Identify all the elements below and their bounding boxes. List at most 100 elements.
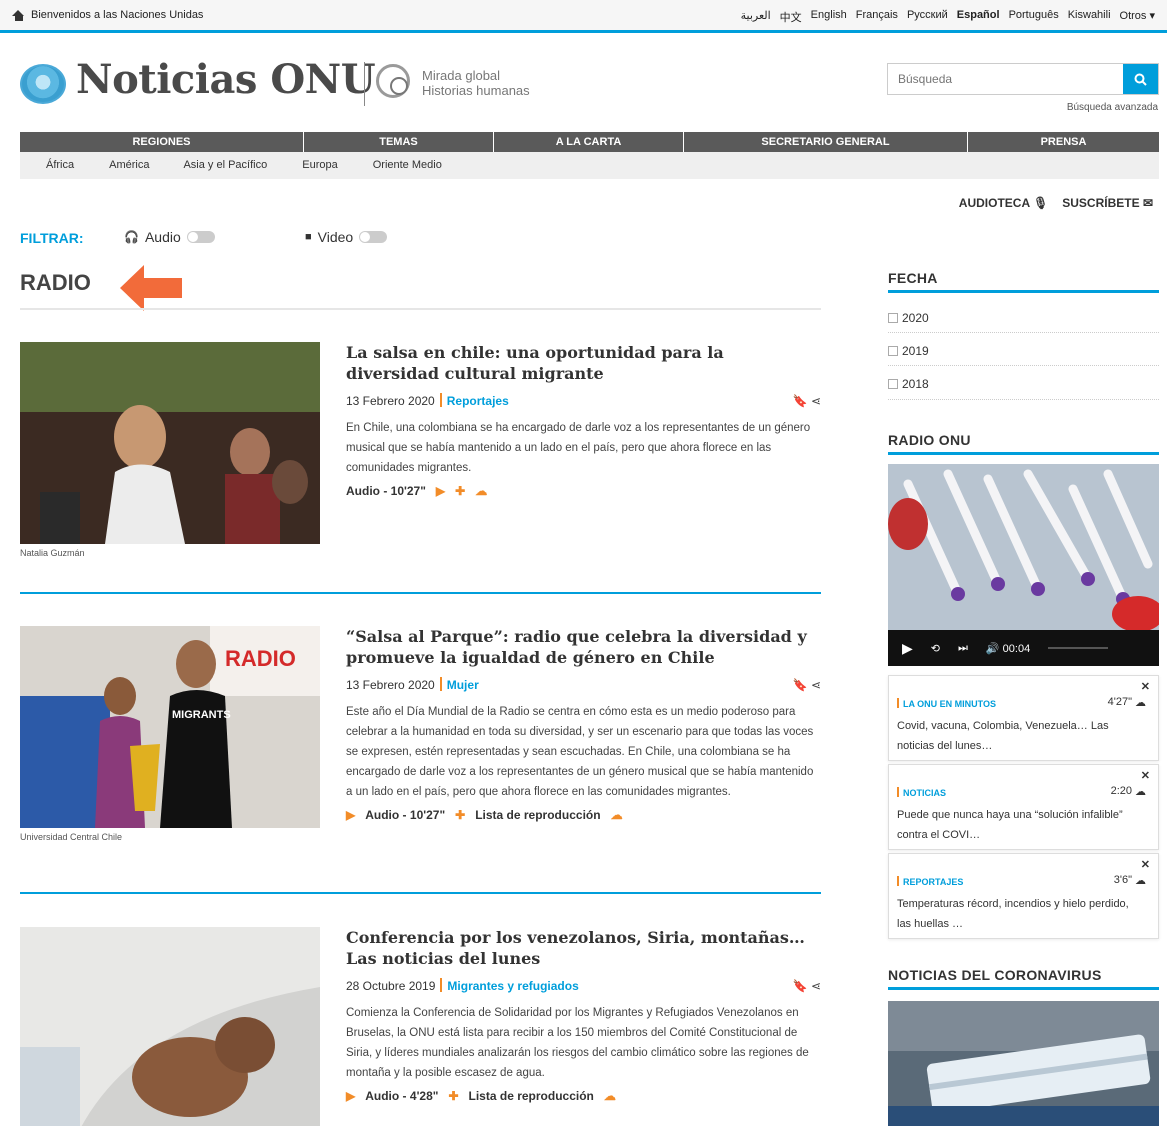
video-toggle[interactable]	[359, 231, 388, 243]
audio-filter[interactable]: 🎧 Audio	[124, 229, 215, 245]
rewind-10-icon[interactable]: ⟲	[931, 642, 940, 655]
download-icon[interactable]: ☁	[604, 1089, 616, 1103]
bookmark-icon[interactable]: 🔖	[793, 979, 808, 993]
audioteca-link[interactable]: AUDIOTECA 🎙	[959, 196, 1048, 210]
playlist-item[interactable]: ✕ NOTICIAS 2:20 ☁ Puede que nunca haya u…	[888, 764, 1159, 850]
utility-links: AUDIOTECA 🎙 SUSCRÍBETE ✉	[959, 196, 1153, 210]
coronavirus-image[interactable]	[888, 1001, 1159, 1126]
search-button[interactable]	[1123, 64, 1158, 94]
year-filter-2020[interactable]: 2020	[888, 311, 929, 325]
audio-duration: Audio - 10'27"	[365, 808, 446, 822]
nav-regiones[interactable]: REGIONES	[20, 132, 304, 152]
year-checkbox[interactable]	[888, 346, 898, 356]
subnav-oriente-medio[interactable]: Oriente Medio	[373, 152, 442, 179]
article-title[interactable]: Conferencia por los venezolanos, Siria, …	[346, 927, 821, 969]
radio-onu-heading: RADIO ONU	[888, 432, 971, 448]
lang-english[interactable]: English	[811, 9, 847, 25]
article-meta: 13 Febrero 2020 Mujer 🔖 ⋖	[346, 676, 821, 694]
download-icon[interactable]: ☁	[611, 808, 623, 822]
playlist-item[interactable]: ✕ REPORTAJES 3'6" ☁ Temperaturas récord,…	[888, 853, 1159, 939]
add-to-playlist-icon[interactable]: ✚	[455, 484, 465, 498]
remove-icon[interactable]: ✕	[1141, 858, 1150, 871]
year-checkbox[interactable]	[888, 379, 898, 389]
article-image[interactable]	[20, 342, 320, 544]
home-icon	[12, 9, 25, 21]
year-filter-2019[interactable]: 2019	[888, 344, 929, 358]
filter-label: FILTRAR:	[20, 230, 84, 246]
article-title[interactable]: “Salsa al Parque”: radio que celebra la …	[346, 626, 821, 668]
download-icon[interactable]: ☁	[1135, 785, 1146, 798]
lang-kiswahili[interactable]: Kiswahili	[1068, 9, 1111, 25]
article-title[interactable]: La salsa en chile: una oportunidad para …	[346, 342, 821, 384]
advanced-search-link[interactable]: Búsqueda avanzada	[1067, 102, 1158, 113]
audio-toggle[interactable]	[186, 231, 215, 243]
play-icon[interactable]: ▶	[902, 640, 913, 657]
article-excerpt: Comienza la Conferencia de Solidaridad p…	[346, 1007, 809, 1079]
sub-nav: África América Asia y el Pacífico Europa…	[20, 152, 1159, 179]
article-category[interactable]: Mujer	[447, 678, 479, 692]
lang-spanish[interactable]: Español	[957, 9, 1000, 25]
tagline-line2: Historias humanas	[422, 83, 530, 98]
download-icon[interactable]: ☁	[1135, 874, 1146, 887]
svg-text:MIGRANTS: MIGRANTS	[172, 709, 231, 721]
add-to-playlist-icon[interactable]: ✚	[455, 808, 465, 822]
year-filter-2018[interactable]: 2018	[888, 377, 929, 391]
play-icon[interactable]: ▶	[346, 1089, 355, 1103]
lang-portuguese[interactable]: Português	[1009, 9, 1059, 25]
playlist-tag: NOTICIAS	[897, 787, 946, 798]
lang-other-dropdown[interactable]: Otros ▾	[1120, 9, 1155, 25]
lang-russian[interactable]: Русский	[907, 9, 948, 25]
search-input[interactable]	[888, 64, 1123, 94]
subnav-europa[interactable]: Europa	[302, 152, 337, 179]
subnav-asia-pacifico[interactable]: Asia y el Pacífico	[183, 152, 267, 179]
subscribe-link[interactable]: SUSCRÍBETE ✉	[1062, 196, 1153, 210]
svg-text:RADIO: RADIO	[225, 646, 296, 671]
play-icon[interactable]: ▶	[346, 808, 355, 822]
subnav-america[interactable]: América	[109, 152, 149, 179]
article-image[interactable]	[20, 927, 320, 1126]
nav-a-la-carta[interactable]: A LA CARTA	[494, 132, 684, 152]
year-label: 2018	[902, 377, 929, 391]
subnav-africa[interactable]: África	[46, 152, 74, 179]
bookmark-icon[interactable]: 🔖	[793, 678, 808, 692]
next-track-icon[interactable]: ⏭	[958, 642, 968, 655]
article-body: “Salsa al Parque”: radio que celebra la …	[346, 626, 821, 822]
nav-secretario-general[interactable]: SECRETARIO GENERAL	[684, 132, 968, 152]
article-date: 13 Febrero 2020	[346, 678, 435, 692]
bookmark-icon[interactable]: 🔖	[793, 394, 808, 408]
article-meta: 28 Octubre 2019 Migrantes y refugiados 🔖 …	[346, 977, 821, 995]
coronavirus-heading: NOTICIAS DEL CORONAVIRUS	[888, 967, 1102, 983]
add-to-playlist-icon[interactable]: ✚	[448, 1089, 458, 1103]
language-menu: العربية 中文 English Français Русский Espa…	[741, 9, 1155, 25]
nav-temas[interactable]: TEMAS	[304, 132, 494, 152]
share-icon[interactable]: ⋖	[811, 394, 821, 408]
playlist-text: Covid, vacuna, Colombia, Venezuela… Las …	[897, 720, 1109, 752]
site-logo[interactable]: Noticias ONU	[76, 56, 376, 103]
play-icon[interactable]: ▶	[436, 484, 445, 498]
playlist-label[interactable]: Lista de reproducción	[475, 808, 600, 822]
subscribe-label: SUSCRÍBETE	[1062, 196, 1140, 210]
lang-french[interactable]: Français	[856, 9, 898, 25]
video-filter[interactable]: ■ Video	[305, 229, 388, 245]
article-image[interactable]: RADIO MIGRANTS	[20, 626, 320, 828]
download-icon[interactable]: ☁	[475, 484, 487, 498]
lang-arabic[interactable]: العربية	[741, 9, 771, 25]
share-icon[interactable]: ⋖	[811, 979, 821, 993]
playlist-item[interactable]: ✕ LA ONU EN MINUTOS 4'27" ☁ Covid, vacun…	[888, 675, 1159, 761]
volume-icon[interactable]: 🔊 00:04	[986, 642, 1030, 655]
remove-icon[interactable]: ✕	[1141, 769, 1150, 782]
article-category[interactable]: Reportajes	[447, 394, 509, 408]
playlist-label[interactable]: Lista de reproducción	[469, 1089, 594, 1103]
envelope-icon: ✉	[1142, 196, 1153, 210]
download-icon[interactable]: ☁	[1135, 696, 1146, 709]
audio-duration: Audio - 4'28"	[365, 1089, 439, 1103]
article-category[interactable]: Migrantes y refugiados	[447, 979, 578, 993]
un-emblem-logo[interactable]	[20, 64, 66, 104]
lang-chinese[interactable]: 中文	[780, 9, 802, 25]
progress-bar[interactable]	[1048, 647, 1109, 649]
share-icon[interactable]: ⋖	[811, 678, 821, 692]
year-checkbox[interactable]	[888, 313, 898, 323]
welcome-link[interactable]: Bienvenidos a las Naciones Unidas	[12, 9, 203, 21]
nav-prensa[interactable]: PRENSA	[968, 132, 1159, 152]
remove-icon[interactable]: ✕	[1141, 680, 1150, 693]
